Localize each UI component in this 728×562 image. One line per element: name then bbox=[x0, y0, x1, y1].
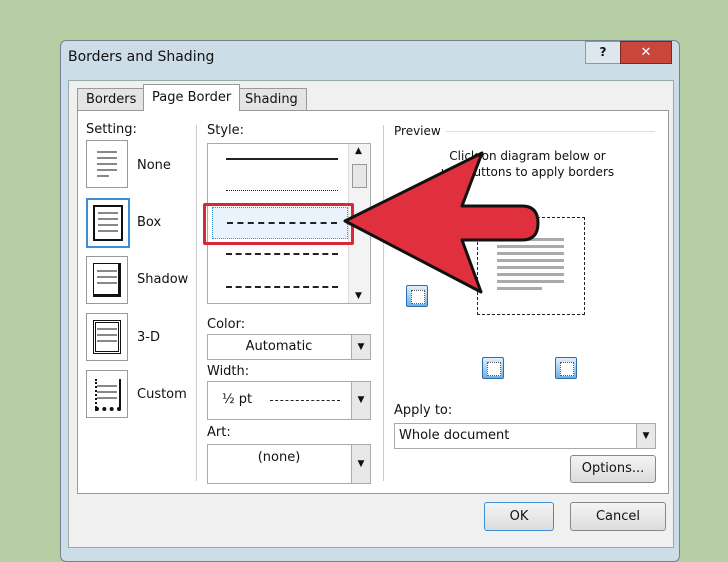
red-arrow-annotation bbox=[343, 151, 540, 294]
tab-page-border[interactable]: Page Border bbox=[143, 84, 241, 111]
